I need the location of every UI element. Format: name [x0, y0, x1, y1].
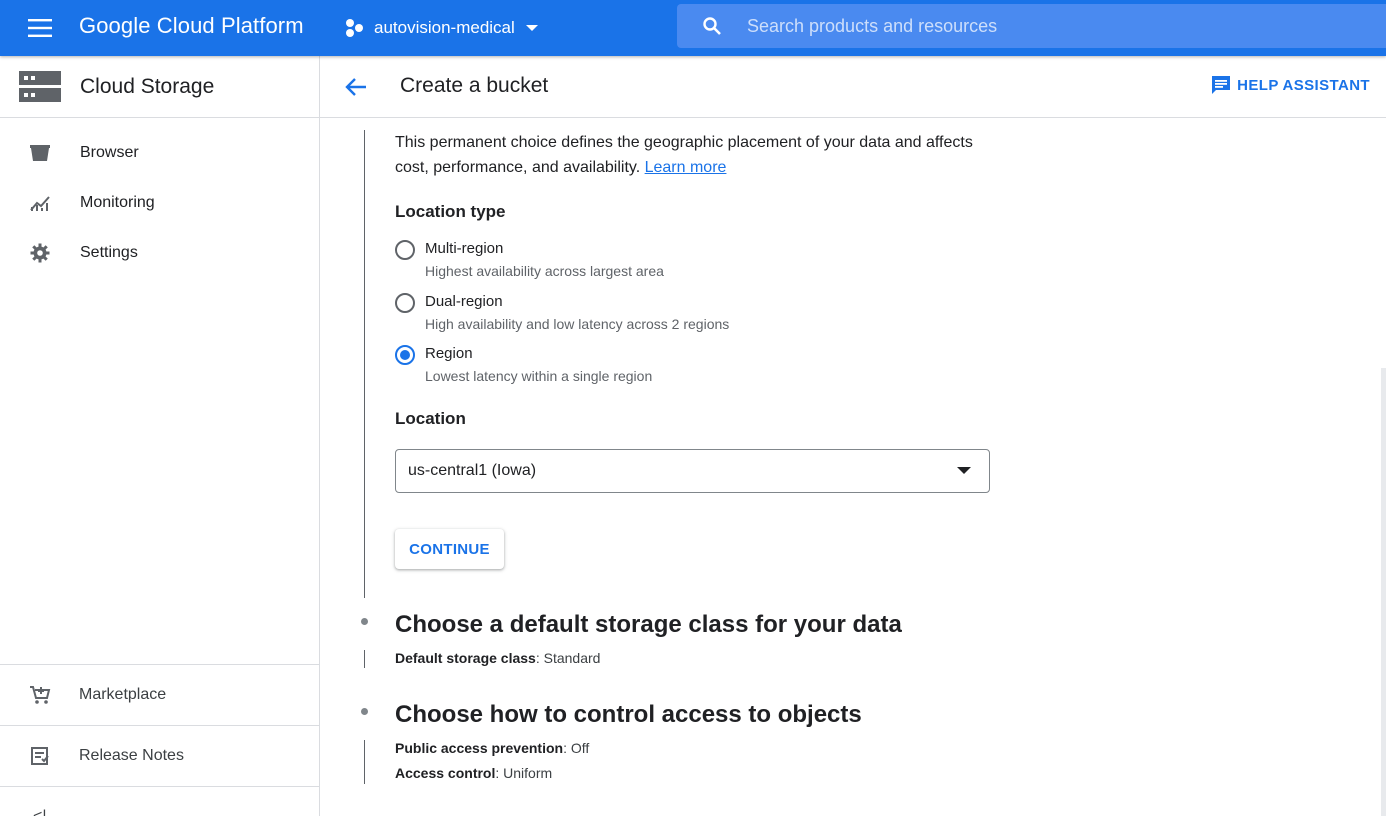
location-type-title: Location type	[395, 202, 506, 221]
radio-label: Dual-region	[425, 293, 503, 310]
access-control-step-title[interactable]: Choose how to control access to objects	[395, 701, 862, 729]
step-dot	[361, 708, 368, 715]
radio-multi-region[interactable]: Multi-region Highest availability across…	[395, 238, 664, 282]
sidebar-collapse-row[interactable]	[0, 786, 319, 816]
sidebar-header: Cloud Storage	[0, 56, 319, 118]
summary-row: Access control: Uniform	[395, 761, 589, 786]
stepper-line	[364, 650, 365, 668]
radio-region[interactable]: Region Lowest latency within a single re…	[395, 343, 652, 387]
storage-class-summary: Default storage class: Standard	[395, 646, 600, 671]
help-assistant-label: HELP ASSISTANT	[1237, 76, 1370, 94]
monitoring-chart-icon	[29, 192, 51, 214]
bucket-icon	[29, 142, 51, 164]
sidebar-item-settings[interactable]: Settings	[0, 228, 319, 278]
sidebar-item-label: Marketplace	[79, 686, 167, 703]
learn-more-link[interactable]: Learn more	[645, 159, 727, 176]
radio-button-selected[interactable]	[395, 345, 415, 365]
chevron-down-icon	[525, 24, 539, 32]
sidebar-item-label: Monitoring	[80, 194, 155, 211]
radio-button[interactable]	[395, 293, 415, 313]
sidebar-item-browser[interactable]: Browser	[0, 128, 319, 178]
hamburger-menu-icon[interactable]	[22, 14, 58, 42]
cart-icon	[29, 684, 51, 706]
summary-value: : Uniform	[495, 765, 553, 781]
radio-button[interactable]	[395, 240, 415, 260]
step-dot	[361, 618, 368, 625]
back-arrow-icon[interactable]	[342, 73, 370, 101]
sidebar-item-label: Settings	[80, 244, 138, 261]
summary-key: Public access prevention	[395, 740, 564, 756]
brand-title[interactable]: Google Cloud Platform	[79, 13, 304, 39]
summary-value: : Off	[563, 740, 590, 756]
location-title: Location	[395, 409, 466, 428]
top-bar: Google Cloud Platform autovision-medical	[0, 0, 1386, 56]
location-select[interactable]: us-central1 (Iowa)	[395, 449, 990, 493]
access-summary: Public access prevention: Off Access con…	[395, 736, 589, 786]
search-icon[interactable]	[677, 4, 747, 48]
collapse-sidebar-icon[interactable]: <|	[33, 808, 47, 816]
sidebar-item-label: Release Notes	[79, 747, 184, 764]
search-input[interactable]	[747, 15, 1347, 37]
storage-class-step-title[interactable]: Choose a default storage class for your …	[395, 611, 902, 639]
project-selector[interactable]: autovision-medical	[344, 14, 539, 42]
summary-row: Public access prevention: Off	[395, 736, 589, 761]
sidebar-item-marketplace[interactable]: Marketplace	[0, 664, 319, 725]
location-select-value: us-central1 (Iowa)	[408, 462, 537, 479]
cloud-storage-logo-icon	[19, 70, 61, 102]
stepper-line	[364, 130, 365, 598]
summary-key: Access control	[395, 765, 496, 781]
product-title: Cloud Storage	[80, 74, 215, 98]
chat-feedback-icon	[1211, 75, 1231, 95]
radio-dual-region[interactable]: Dual-region High availability and low la…	[395, 291, 729, 335]
location-description: This permanent choice defines the geogra…	[395, 130, 995, 180]
continue-button[interactable]: CONTINUE	[395, 529, 504, 569]
sidebar-item-label: Browser	[80, 144, 139, 161]
search-bar	[677, 4, 1386, 48]
create-bucket-form: This permanent choice defines the geogra…	[320, 118, 1386, 816]
summary-key: Default storage class	[395, 650, 536, 666]
sidebar-item-monitoring[interactable]: Monitoring	[0, 178, 319, 228]
radio-label: Region	[425, 345, 473, 362]
radio-sublabel: Lowest latency within a single region	[425, 368, 653, 384]
stepper-line	[364, 740, 365, 784]
scrollbar[interactable]	[1381, 368, 1386, 816]
project-icon	[344, 17, 366, 39]
release-notes-icon	[29, 745, 51, 767]
dropdown-arrow-icon	[957, 467, 971, 474]
page-header: Create a bucket HELP ASSISTANT	[320, 56, 1386, 118]
sidebar-item-release-notes[interactable]: Release Notes	[0, 725, 319, 786]
radio-sublabel: High availability and low latency across…	[425, 316, 730, 332]
help-assistant-button[interactable]: HELP ASSISTANT	[1211, 75, 1370, 95]
radio-sublabel: Highest availability across largest area	[425, 263, 664, 279]
sidebar: Cloud Storage Browser Monitoring Setting…	[0, 56, 320, 816]
page-title: Create a bucket	[400, 74, 549, 97]
project-name: autovision-medical	[374, 18, 515, 37]
gear-icon	[29, 242, 51, 264]
radio-label: Multi-region	[425, 240, 504, 257]
summary-value: : Standard	[535, 650, 601, 666]
sidebar-nav: Browser Monitoring Settings	[0, 118, 319, 278]
sidebar-bottom: Marketplace Release Notes	[0, 664, 319, 816]
